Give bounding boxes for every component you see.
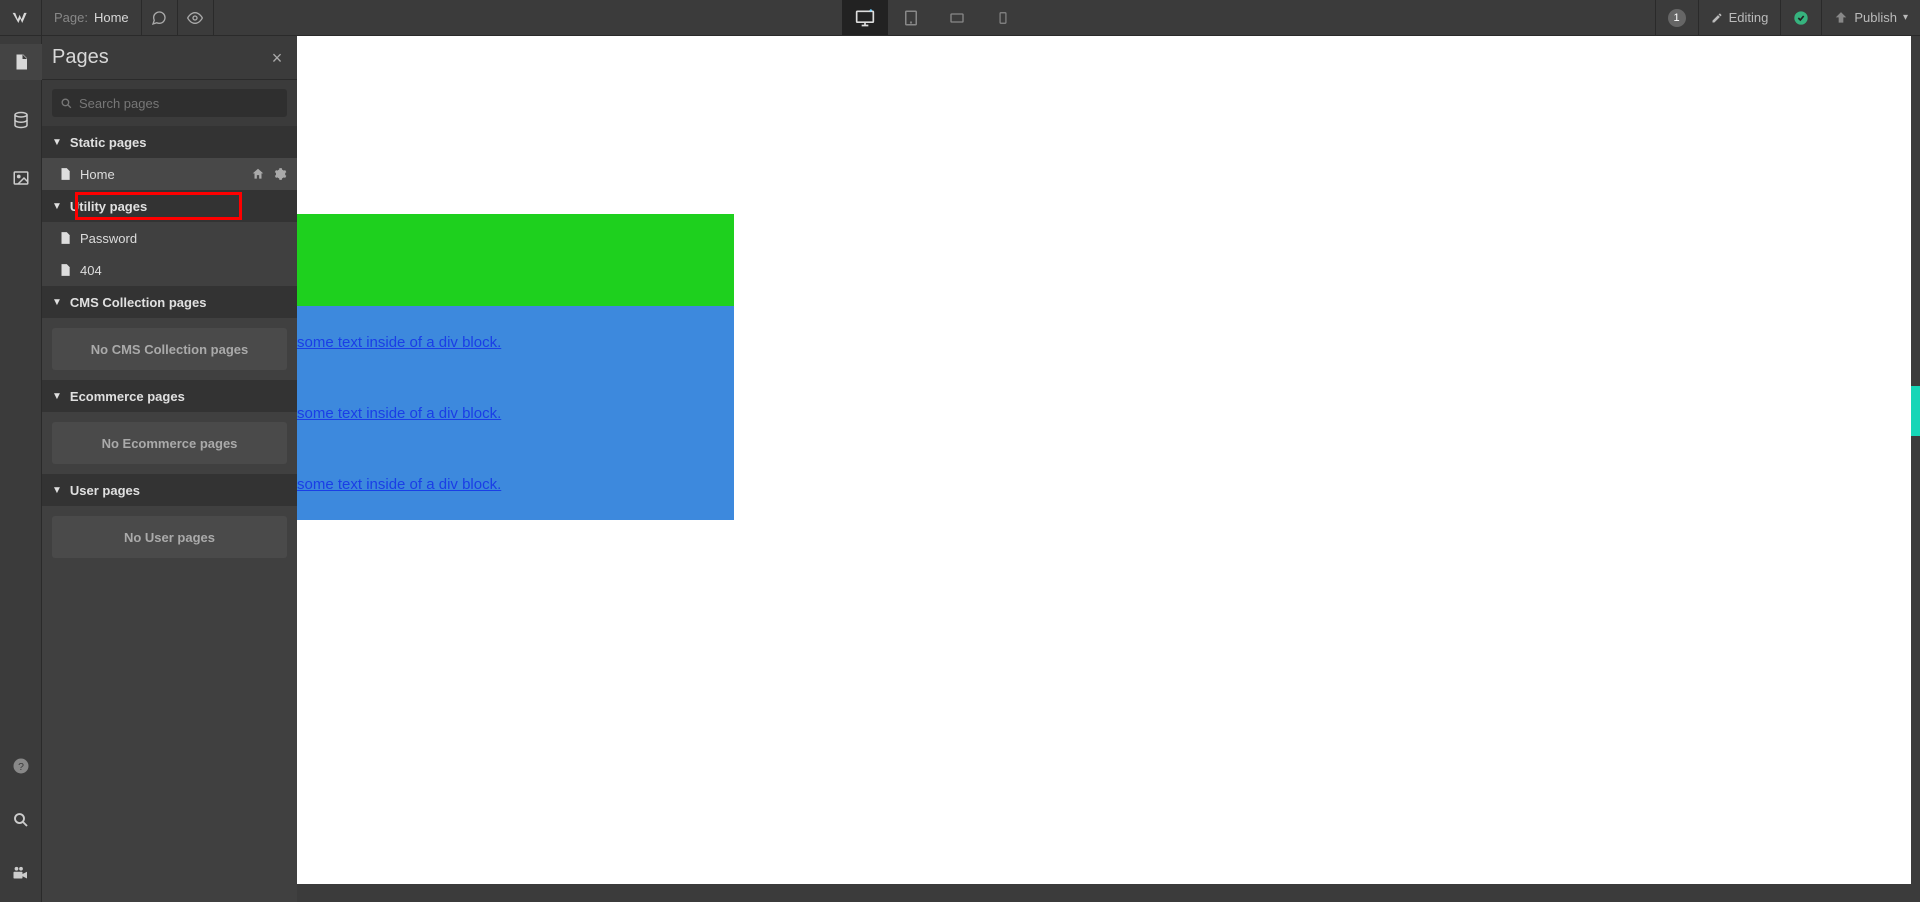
right-rail	[1911, 36, 1920, 902]
viewport-mobile-button[interactable]	[980, 0, 1026, 35]
rail-help-button[interactable]: ?	[0, 748, 42, 784]
section-label: Ecommerce pages	[70, 389, 185, 404]
pages-panel: Pages × ▼ Static pages Home ▼ Utility pa…	[42, 36, 297, 902]
left-rail: ?	[0, 36, 42, 902]
tablet-icon	[902, 9, 920, 27]
publish-button[interactable]: Publish ▾	[1821, 0, 1920, 35]
section-static-pages[interactable]: ▼ Static pages	[42, 126, 297, 158]
page-item-label: 404	[80, 263, 287, 278]
viewport-tablet-button[interactable]	[888, 0, 934, 35]
changes-badge[interactable]: 1	[1655, 0, 1698, 35]
editing-label: Editing	[1729, 10, 1769, 25]
chevron-down-icon: ▾	[1903, 12, 1908, 23]
search-icon	[12, 811, 30, 829]
caret-down-icon: ▼	[52, 391, 62, 402]
spacer	[1026, 0, 1654, 35]
changes-count: 1	[1668, 9, 1686, 27]
caret-down-icon: ▼	[52, 137, 62, 148]
viewport-switcher	[842, 0, 1026, 35]
pencil-icon	[1711, 12, 1723, 24]
rail-pages-button[interactable]	[0, 44, 42, 80]
page-icon	[58, 263, 72, 277]
section-label: Static pages	[70, 135, 147, 150]
status-check[interactable]	[1780, 0, 1821, 35]
page-indicator[interactable]: Page: Home	[42, 0, 142, 35]
preview-button[interactable]	[178, 0, 214, 35]
publish-icon	[1834, 11, 1848, 25]
search-icon	[60, 97, 73, 110]
rail-cms-button[interactable]	[0, 102, 42, 138]
right-panel-toggle[interactable]	[1911, 386, 1920, 436]
canvas-link-3[interactable]: some text inside of a div block.	[297, 476, 501, 493]
close-icon: ×	[272, 48, 283, 68]
home-indicator-icon	[251, 167, 265, 181]
help-icon: ?	[12, 757, 30, 775]
rail-assets-button[interactable]	[0, 160, 42, 196]
chat-icon	[151, 10, 167, 26]
section-cms-pages[interactable]: ▼ CMS Collection pages	[42, 286, 297, 318]
mobile-icon	[996, 9, 1010, 27]
search-wrap	[42, 80, 297, 126]
section-utility-pages[interactable]: ▼ Utility pages	[42, 190, 297, 222]
page-item-label: Home	[80, 167, 243, 182]
eye-icon	[187, 10, 203, 26]
canvas-green-block[interactable]	[297, 214, 734, 306]
desktop-icon	[854, 8, 876, 28]
page-indicator-label: Page:	[54, 10, 88, 25]
caret-down-icon: ▼	[52, 297, 62, 308]
section-user-pages[interactable]: ▼ User pages	[42, 474, 297, 506]
gear-icon[interactable]	[273, 167, 287, 181]
page-item-home[interactable]: Home	[42, 158, 297, 190]
top-bar: Page: Home 1 Editing	[0, 0, 1920, 36]
page-indicator-value: Home	[94, 10, 129, 25]
canvas[interactable]: some text inside of a div block. some te…	[297, 36, 1920, 902]
page-item-label: Password	[80, 231, 287, 246]
check-icon	[1793, 10, 1809, 26]
horizontal-scrollbar[interactable]	[297, 884, 1911, 902]
viewport-landscape-button[interactable]	[934, 0, 980, 35]
svg-text:?: ?	[18, 761, 24, 773]
main-area: ? Pages × ▼ Static pages	[0, 36, 1920, 902]
caret-down-icon: ▼	[52, 485, 62, 496]
page-icon	[12, 53, 30, 71]
tablet-landscape-icon	[947, 10, 967, 26]
editing-mode-button[interactable]: Editing	[1698, 0, 1781, 35]
panel-close-button[interactable]: ×	[267, 49, 287, 67]
section-label: Utility pages	[70, 199, 147, 214]
panel-header: Pages ×	[42, 36, 297, 80]
database-icon	[12, 111, 30, 129]
topbar-right: 1 Editing Publish ▾	[1655, 0, 1920, 35]
webflow-logo-icon	[12, 9, 30, 27]
caret-down-icon: ▼	[52, 201, 62, 212]
section-ecommerce-pages[interactable]: ▼ Ecommerce pages	[42, 380, 297, 412]
rail-video-button[interactable]	[0, 856, 42, 892]
search-input[interactable]	[79, 96, 279, 111]
page-icon	[58, 167, 72, 181]
canvas-link-1[interactable]: some text inside of a div block.	[297, 334, 501, 351]
publish-label: Publish	[1854, 10, 1897, 25]
section-label: User pages	[70, 483, 140, 498]
logo-button[interactable]	[0, 0, 42, 35]
viewport-desktop-button[interactable]	[842, 0, 888, 35]
image-icon	[12, 169, 30, 187]
spacer	[214, 0, 842, 35]
search-box[interactable]	[52, 89, 287, 117]
rail-search-button[interactable]	[0, 802, 42, 838]
panel-title: Pages	[52, 46, 267, 69]
empty-cms: No CMS Collection pages	[52, 328, 287, 370]
page-icon	[58, 231, 72, 245]
page-item-password[interactable]: Password	[42, 222, 297, 254]
empty-ecommerce: No Ecommerce pages	[52, 422, 287, 464]
video-icon	[12, 865, 30, 883]
comments-button[interactable]	[142, 0, 178, 35]
section-label: CMS Collection pages	[70, 295, 207, 310]
page-item-404[interactable]: 404	[42, 254, 297, 286]
empty-user: No User pages	[52, 516, 287, 558]
canvas-link-2[interactable]: some text inside of a div block.	[297, 405, 501, 422]
